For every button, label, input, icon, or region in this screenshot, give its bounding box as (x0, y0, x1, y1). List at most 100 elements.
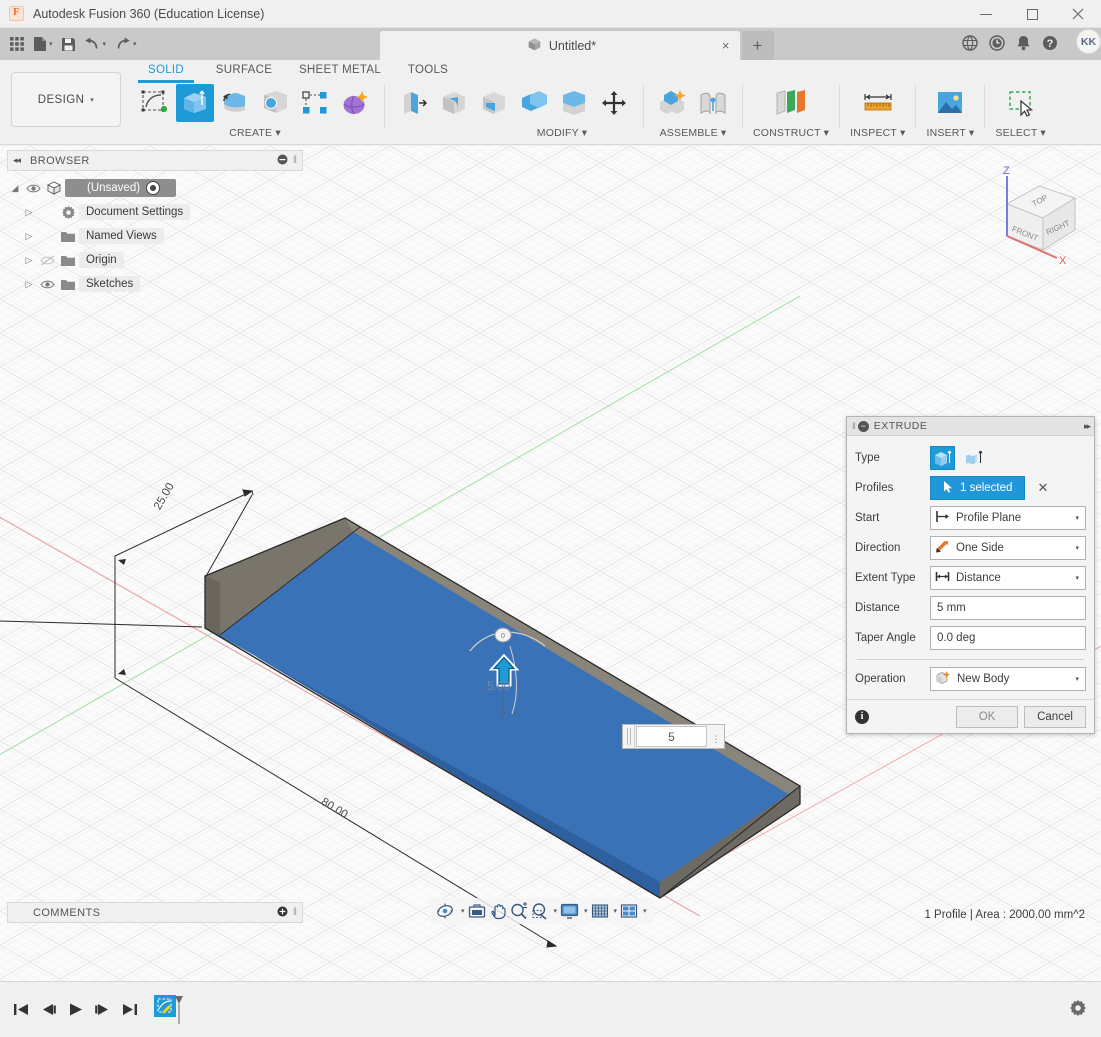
view-cube[interactable]: TOP FRONT RIGHT Z X (967, 158, 1095, 268)
dialog-collapse-icon[interactable]: − (857, 420, 869, 432)
pattern-icon[interactable] (296, 84, 334, 122)
visibility-eye-icon-sketches[interactable] (37, 279, 57, 290)
shell-icon[interactable] (475, 84, 513, 122)
tab-tools[interactable]: TOOLS (392, 64, 464, 76)
viewports-caret-icon[interactable]: ▾ (643, 907, 647, 915)
new-document-tab-button[interactable]: + (741, 31, 774, 60)
notification-bell-icon[interactable] (1016, 35, 1031, 51)
tree-expand-arrow-named-views[interactable]: ▷ (21, 231, 37, 242)
save-icon[interactable] (58, 31, 79, 57)
tab-surface[interactable]: SURFACE (200, 64, 288, 76)
extrude-dialog[interactable]: ‖ − EXTRUDE ▸▸ Type Profiles 1 selected … (846, 416, 1095, 734)
press-pull-icon[interactable] (395, 84, 433, 122)
extrude-dialog-header[interactable]: ‖ − EXTRUDE ▸▸ (847, 417, 1094, 436)
start-dropdown[interactable]: Profile Plane ▾ (930, 506, 1086, 530)
panel-create-label[interactable]: CREATE ▾ (229, 127, 281, 139)
inline-input-value[interactable]: 5 (636, 726, 707, 747)
tree-expand-arrow-document-settings[interactable]: ▷ (21, 207, 37, 218)
tree-item-unsaved[interactable]: ◢ (Unsaved) (7, 176, 303, 200)
zoom-window-icon[interactable] (531, 900, 549, 922)
activate-component-radio[interactable] (146, 181, 161, 195)
maximize-button[interactable] (1009, 0, 1055, 28)
extent-type-dropdown[interactable]: Distance ▾ (930, 566, 1086, 590)
redo-icon[interactable]: ▾ (111, 31, 140, 57)
job-status-icon[interactable] (989, 34, 1005, 51)
panel-inspect-label[interactable]: INSPECT ▾ (850, 127, 905, 139)
sweep-icon[interactable] (256, 84, 294, 122)
orbit-icon[interactable] (436, 900, 456, 922)
direction-dropdown[interactable]: One Side ▾ (930, 536, 1086, 560)
operation-caret-icon[interactable]: ▾ (1075, 675, 1081, 683)
orbit-caret-icon[interactable]: ▾ (461, 907, 465, 915)
tree-item-document-settings[interactable]: ▷ Document Settings (7, 200, 303, 224)
workspace-switcher[interactable]: DESIGN ▾ (11, 72, 121, 127)
inline-input-menu-icon[interactable]: ⋮ (708, 732, 724, 744)
minimize-button[interactable] (963, 0, 1009, 28)
tab-sheet-metal[interactable]: SHEET METAL (288, 64, 392, 76)
extrude-inline-input[interactable]: 5 ⋮ (622, 724, 725, 749)
add-comment-icon[interactable] (277, 906, 288, 920)
pan-icon[interactable] (489, 900, 507, 922)
cancel-button[interactable]: Cancel (1024, 705, 1086, 728)
extrude-profile-type[interactable] (930, 446, 955, 470)
insert-image-icon[interactable] (931, 84, 969, 122)
panel-insert-label[interactable]: INSERT ▾ (926, 127, 974, 139)
profiles-clear-icon[interactable]: ✕ (1037, 480, 1048, 496)
tree-expand-arrow-unsaved[interactable]: ◢ (7, 183, 23, 194)
distance-input[interactable]: 5 mm (930, 596, 1086, 620)
dialog-expand-icon[interactable]: ▸▸ (1084, 421, 1091, 432)
globe-icon[interactable] (962, 34, 978, 51)
grid-snaps-caret-icon[interactable]: ▾ (614, 907, 618, 915)
viewport-3d[interactable]: 0 25.00 80.00 5.00 5 ⋮ TOP FRONT RIGHT Z (0, 146, 1101, 981)
operation-dropdown[interactable]: New Body ▾ (930, 667, 1086, 691)
tree-item-named-views[interactable]: ▷ Named Views (7, 224, 303, 248)
zoom-icon[interactable] (510, 900, 528, 922)
look-at-icon[interactable] (468, 900, 486, 922)
select-window-icon[interactable] (1002, 84, 1040, 122)
tree-expand-arrow-origin[interactable]: ▷ (21, 255, 37, 266)
visibility-eye-icon-unsaved[interactable] (23, 183, 43, 194)
split-body-icon[interactable] (555, 84, 593, 122)
profiles-select-button[interactable]: 1 selected (930, 476, 1026, 500)
ok-button[interactable]: OK (956, 705, 1018, 728)
browser-minimize-icon[interactable] (277, 154, 288, 168)
document-tab[interactable]: Untitled* × (379, 31, 740, 60)
revolve-icon[interactable] (216, 84, 254, 122)
move-copy-icon[interactable] (595, 84, 633, 122)
help-icon[interactable]: ? (1042, 35, 1058, 51)
visibility-eye-off-icon-origin[interactable] (37, 255, 57, 266)
go-to-end-button[interactable] (121, 1002, 138, 1017)
panel-modify-label[interactable]: MODIFY ▾ (537, 127, 587, 139)
browser-grip-icon[interactable]: ‖ (293, 155, 297, 166)
joint-icon[interactable] (694, 84, 732, 122)
offset-plane-icon[interactable] (772, 84, 810, 122)
go-to-beginning-button[interactable] (13, 1002, 30, 1017)
comments-grip-icon[interactable]: ‖ (293, 907, 297, 918)
display-settings-caret-icon[interactable]: ▾ (584, 907, 588, 915)
undo-icon[interactable]: ▾ (81, 31, 110, 57)
inline-input-grip[interactable] (623, 725, 635, 748)
taper-angle-input[interactable]: 0.0 deg (930, 626, 1086, 650)
step-back-button[interactable] (40, 1002, 57, 1017)
panel-select-label[interactable]: SELECT ▾ (995, 127, 1045, 139)
tree-item-origin[interactable]: ▷ Origin (7, 248, 303, 272)
timeline-settings-gear-icon[interactable] (1069, 999, 1087, 1020)
combine-icon[interactable] (515, 84, 553, 122)
sketch-feature-node[interactable] (154, 994, 183, 1025)
tree-expand-arrow-sketches[interactable]: ▷ (21, 279, 37, 290)
fillet-icon[interactable] (435, 84, 473, 122)
close-button[interactable] (1055, 0, 1101, 28)
panel-assemble-label[interactable]: ASSEMBLE ▾ (660, 127, 727, 139)
file-icon[interactable]: ▾ (30, 31, 56, 57)
browser-collapse-icon[interactable]: ◂◂ (13, 155, 21, 166)
zoom-window-caret-icon[interactable]: ▾ (554, 907, 558, 915)
panel-construct-label[interactable]: CONSTRUCT ▾ (753, 127, 829, 139)
new-component-icon[interactable] (654, 84, 692, 122)
extent-type-caret-icon[interactable]: ▾ (1075, 574, 1081, 582)
start-caret-icon[interactable]: ▾ (1075, 514, 1081, 522)
form-icon[interactable] (336, 84, 374, 122)
comments-panel[interactable]: COMMENTS ‖ (7, 902, 303, 923)
document-tab-close-icon[interactable]: × (722, 38, 730, 53)
measure-icon[interactable] (859, 84, 897, 122)
viewports-icon[interactable] (620, 900, 638, 922)
